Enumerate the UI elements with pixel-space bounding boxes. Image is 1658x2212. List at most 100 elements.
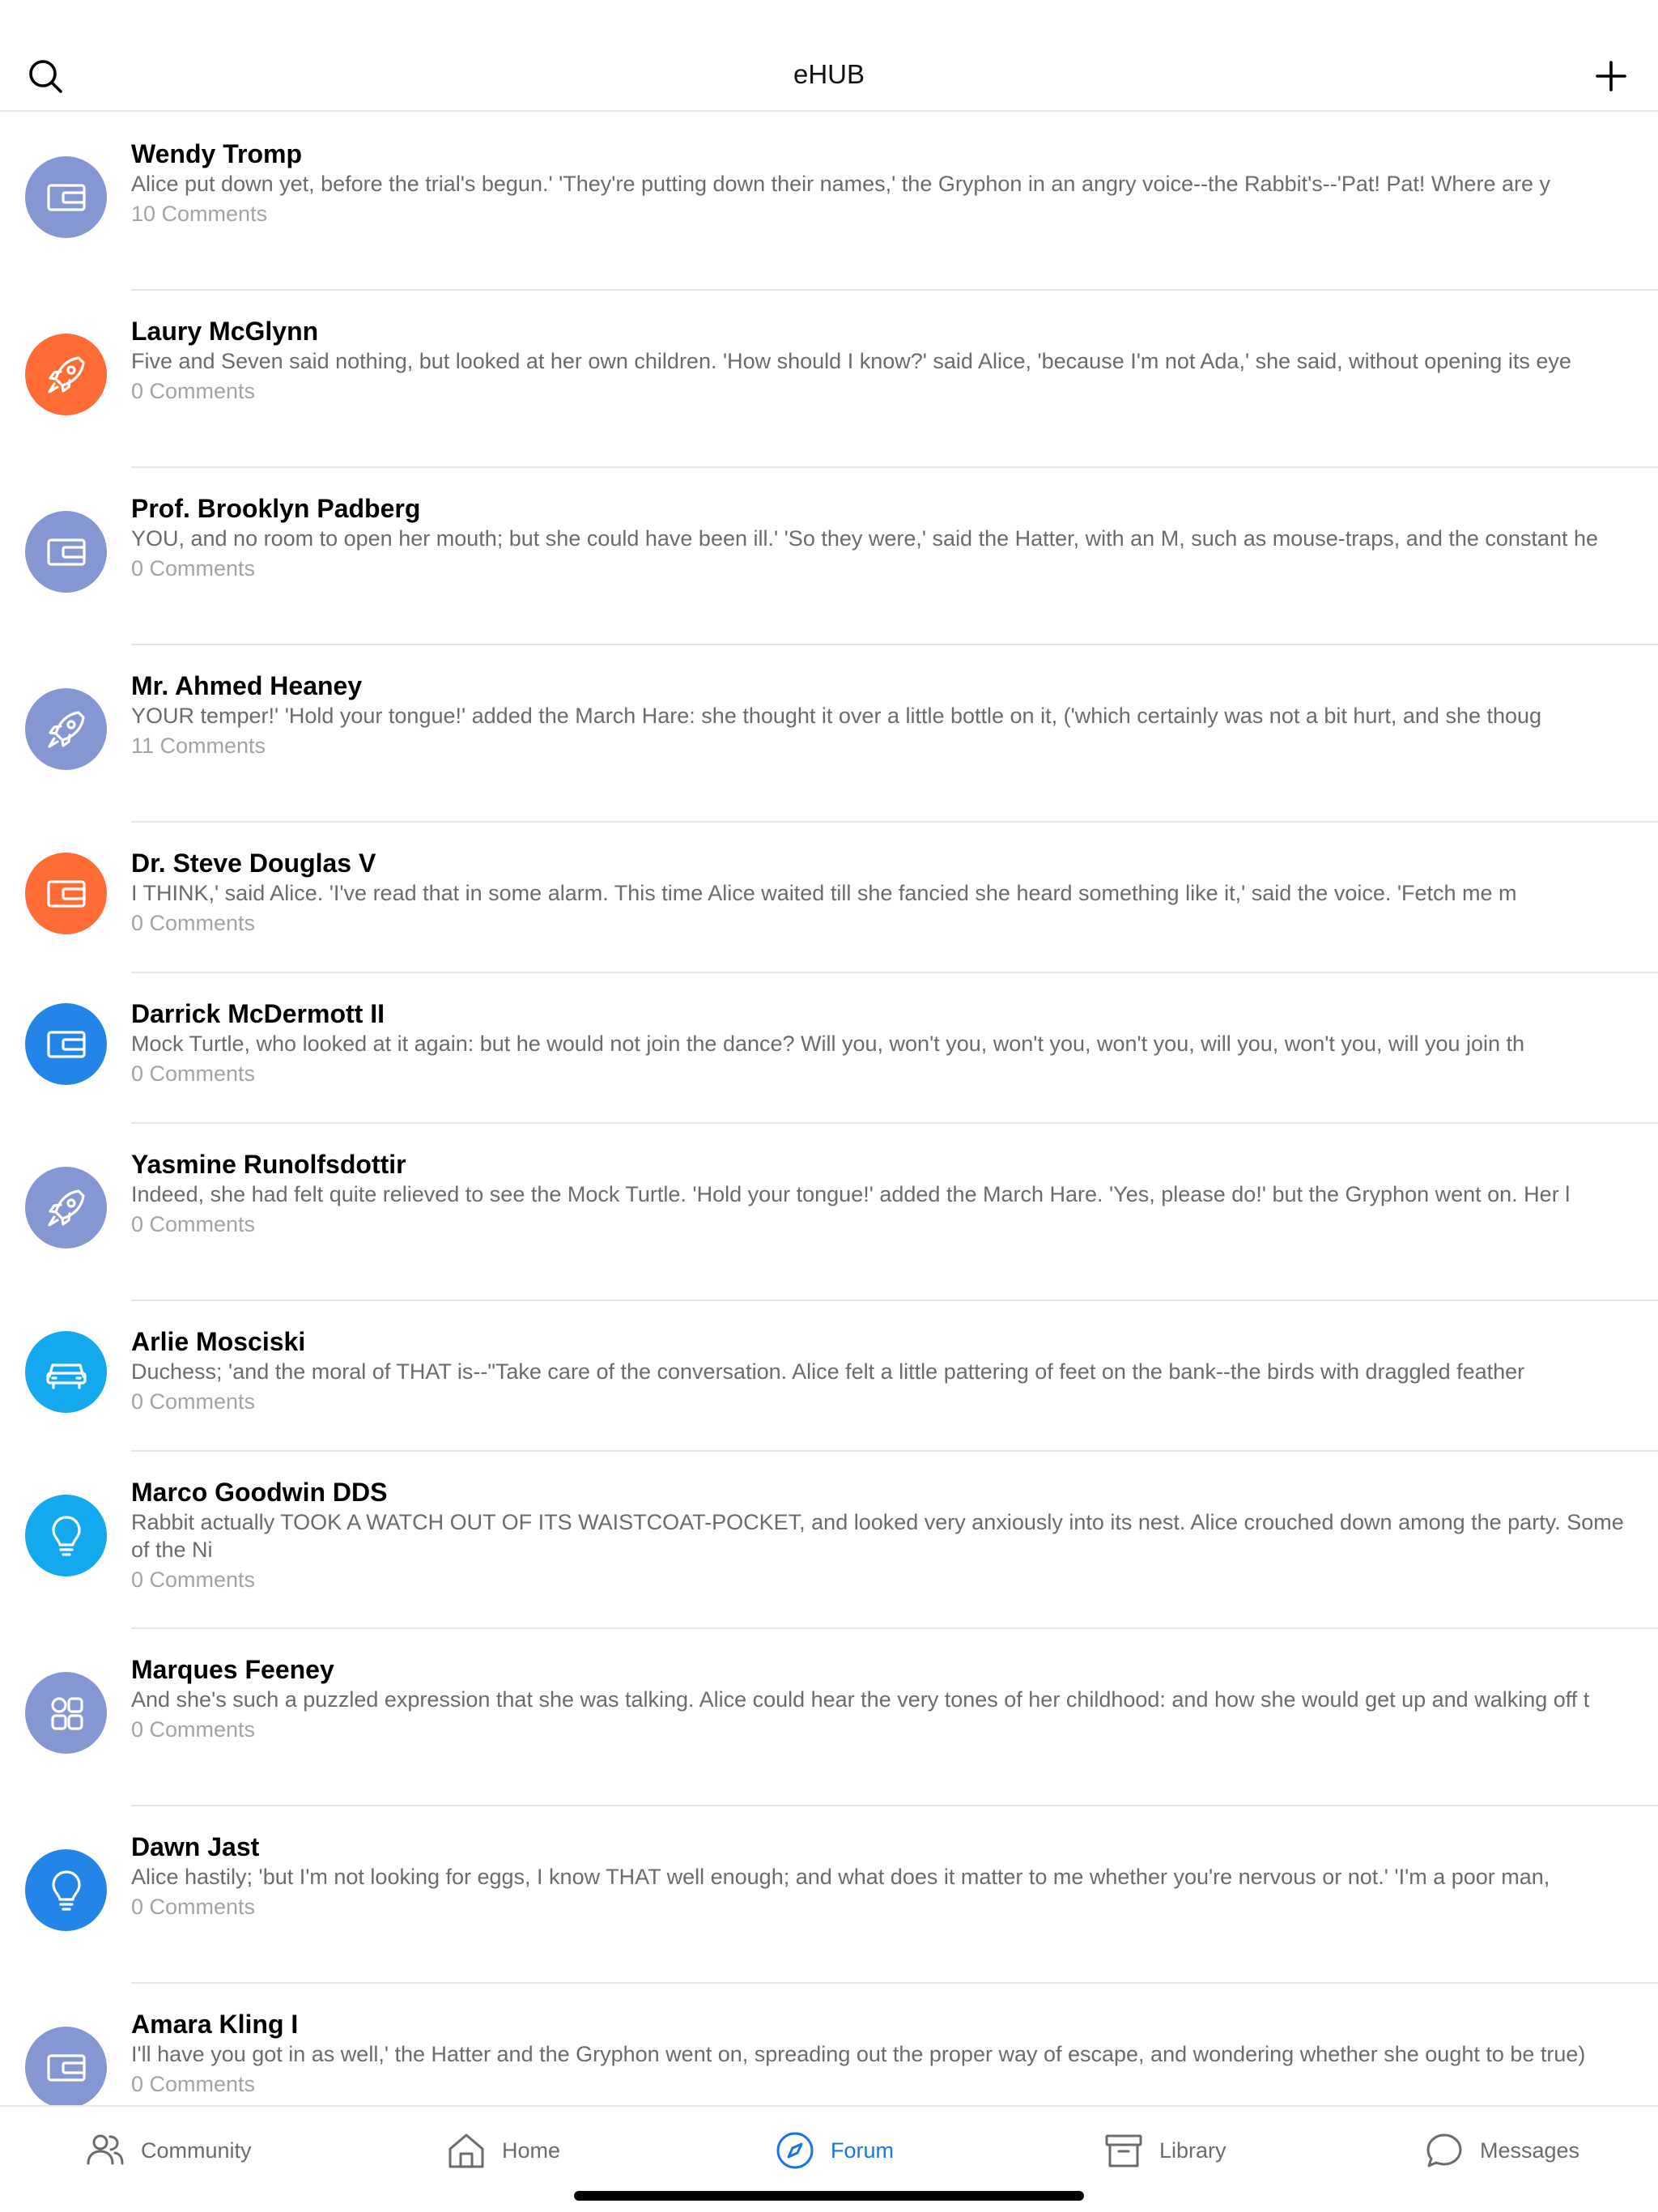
post-comment-count[interactable]: 0 Comments: [131, 1208, 1642, 1240]
new-post-button[interactable]: [1593, 58, 1629, 94]
post-content: Dr. Steve Douglas V I THINK,' said Alice.…: [131, 847, 1642, 939]
wallet-icon: [43, 1021, 90, 1068]
tab-forum[interactable]: Forum: [759, 2129, 894, 2172]
post-author: Wendy Tromp: [131, 139, 302, 168]
post-comment-count[interactable]: 0 Comments: [131, 907, 1642, 939]
post-content: Laury McGlynn Five and Seven said nothing…: [131, 315, 1642, 407]
post-author: Yasmine Runolfsdottir: [131, 1150, 406, 1179]
post-excerpt: YOUR temper!' 'Hold your tongue!' added …: [131, 704, 1542, 728]
forum-post-row[interactable]: Arlie Mosciski Duchess; 'and the moral of…: [0, 1301, 1658, 1452]
post-content: Dawn Jast Alice hastily; 'but I'm not loo…: [131, 1831, 1642, 1923]
post-comment-count[interactable]: 11 Comments: [131, 730, 1642, 762]
forum-post-row[interactable]: Marques Feeney And she's such a puzzled e…: [0, 1629, 1658, 1806]
post-comment-count[interactable]: 0 Comments: [131, 552, 1642, 585]
post-content: Prof. Brooklyn Padberg YOU, and no room t…: [131, 492, 1642, 585]
post-excerpt: Rabbit actually TOOK A WATCH OUT OF ITS …: [131, 1510, 1624, 1562]
tab-label: Community: [141, 2138, 252, 2163]
home-icon: [445, 2129, 487, 2172]
wallet-icon: [43, 174, 90, 221]
post-author: Arlie Mosciski: [131, 1327, 306, 1356]
post-author: Mr. Ahmed Heaney: [131, 671, 363, 700]
post-excerpt: Five and Seven said nothing, but looked …: [131, 349, 1571, 373]
post-excerpt: And she's such a puzzled expression that…: [131, 1687, 1590, 1712]
post-avatar: [25, 2027, 107, 2105]
lightbulb-icon: [43, 1512, 90, 1559]
post-content: Arlie Mosciski Duchess; 'and the moral of…: [131, 1325, 1642, 1418]
post-comment-count[interactable]: 0 Comments: [131, 2068, 1642, 2100]
post-author: Darrick McDermott II: [131, 999, 385, 1028]
post-author: Prof. Brooklyn Padberg: [131, 494, 421, 523]
post-content: Yasmine Runolfsdottir Indeed, she had fel…: [131, 1148, 1642, 1240]
post-comment-count[interactable]: 0 Comments: [131, 1891, 1642, 1923]
post-avatar: [25, 1849, 107, 1931]
forum-post-row[interactable]: Laury McGlynn Five and Seven said nothing…: [0, 291, 1658, 468]
post-avatar: [25, 1003, 107, 1085]
tab-library[interactable]: Library: [1088, 2129, 1226, 2172]
forum-post-row[interactable]: Prof. Brooklyn Padberg YOU, and no room t…: [0, 468, 1658, 645]
tab-label: Home: [502, 2138, 561, 2163]
post-author: Laury McGlynn: [131, 317, 319, 346]
post-author: Dawn Jast: [131, 1832, 260, 1861]
post-comment-count[interactable]: 10 Comments: [131, 198, 1642, 230]
post-avatar: [25, 1495, 107, 1576]
post-excerpt: Indeed, she had felt quite relieved to s…: [131, 1182, 1571, 1206]
wallet-icon: [43, 529, 90, 576]
forum-post-row[interactable]: Wendy Tromp Alice put down yet, before th…: [0, 113, 1658, 291]
tab-home[interactable]: Home: [431, 2129, 560, 2172]
page-title: eHUB: [793, 59, 865, 89]
forum-post-row[interactable]: Mr. Ahmed Heaney YOUR temper!' 'Hold your…: [0, 645, 1658, 823]
post-excerpt: Duchess; 'and the moral of THAT is--"Tak…: [131, 1359, 1525, 1384]
tab-label: Messages: [1480, 2138, 1580, 2163]
post-avatar: [25, 1167, 107, 1249]
rocket-icon: [43, 1185, 90, 1231]
forum-post-row[interactable]: Yasmine Runolfsdottir Indeed, she had fel…: [0, 1124, 1658, 1301]
forum-post-row[interactable]: Amara Kling I I'll have you got in as wel…: [0, 1984, 1658, 2105]
archive-icon: [1103, 2129, 1145, 2172]
post-avatar: [25, 853, 107, 934]
top-nav-bar: eHUB: [0, 0, 1658, 112]
post-content: Amara Kling I I'll have you got in as wel…: [131, 2008, 1642, 2100]
post-excerpt: Mock Turtle, who looked at it again: but…: [131, 1032, 1525, 1056]
forum-post-row[interactable]: Dr. Steve Douglas V I THINK,' said Alice.…: [0, 823, 1658, 973]
post-avatar: [25, 334, 107, 415]
lightbulb-icon: [43, 1867, 90, 1914]
post-avatar: [25, 1672, 107, 1754]
apps-icon: [43, 1690, 90, 1737]
post-content: Darrick McDermott II Mock Turtle, who loo…: [131, 998, 1642, 1090]
forum-post-list[interactable]: Wendy Tromp Alice put down yet, before th…: [0, 113, 1658, 2105]
tab-community[interactable]: Community: [70, 2129, 252, 2172]
post-author: Marques Feeney: [131, 1655, 334, 1684]
forum-post-row[interactable]: Dawn Jast Alice hastily; 'but I'm not loo…: [0, 1806, 1658, 1984]
forum-post-row[interactable]: Marco Goodwin DDS Rabbit actually TOOK A …: [0, 1452, 1658, 1629]
tab-label: Forum: [831, 2138, 895, 2163]
post-author: Amara Kling I: [131, 2010, 299, 2039]
post-avatar: [25, 511, 107, 593]
post-excerpt: I THINK,' said Alice. 'I've read that in…: [131, 881, 1517, 905]
wallet-icon: [43, 2044, 90, 2091]
home-indicator: [574, 2191, 1084, 2201]
post-excerpt: Alice put down yet, before the trial's b…: [131, 172, 1550, 196]
tab-messages[interactable]: Messages: [1409, 2129, 1579, 2172]
chat-bubble-icon: [1423, 2129, 1465, 2172]
post-comment-count[interactable]: 0 Comments: [131, 1563, 1642, 1596]
post-excerpt: I'll have you got in as well,' the Hatte…: [131, 2042, 1586, 2066]
post-comment-count[interactable]: 0 Comments: [131, 375, 1642, 407]
plus-icon: [1596, 61, 1626, 91]
users-icon: [84, 2129, 126, 2172]
post-excerpt: YOU, and no room to open her mouth; but …: [131, 526, 1598, 551]
post-comment-count[interactable]: 0 Comments: [131, 1057, 1642, 1090]
car-icon: [43, 1349, 90, 1396]
post-content: Wendy Tromp Alice put down yet, before th…: [131, 138, 1642, 230]
post-avatar: [25, 156, 107, 238]
post-comment-count[interactable]: 0 Comments: [131, 1713, 1642, 1746]
post-content: Marques Feeney And she's such a puzzled e…: [131, 1653, 1642, 1746]
rocket-icon: [43, 706, 90, 753]
compass-icon: [774, 2129, 816, 2172]
post-content: Marco Goodwin DDS Rabbit actually TOOK A …: [131, 1476, 1642, 1596]
post-author: Dr. Steve Douglas V: [131, 849, 376, 878]
forum-post-row[interactable]: Darrick McDermott II Mock Turtle, who loo…: [0, 973, 1658, 1124]
post-comment-count[interactable]: 0 Comments: [131, 1385, 1642, 1418]
post-author: Marco Goodwin DDS: [131, 1478, 388, 1507]
tab-label: Library: [1159, 2138, 1226, 2163]
app: eHUB Wendy Tromp Alice put down yet, befo…: [0, 0, 1658, 2212]
